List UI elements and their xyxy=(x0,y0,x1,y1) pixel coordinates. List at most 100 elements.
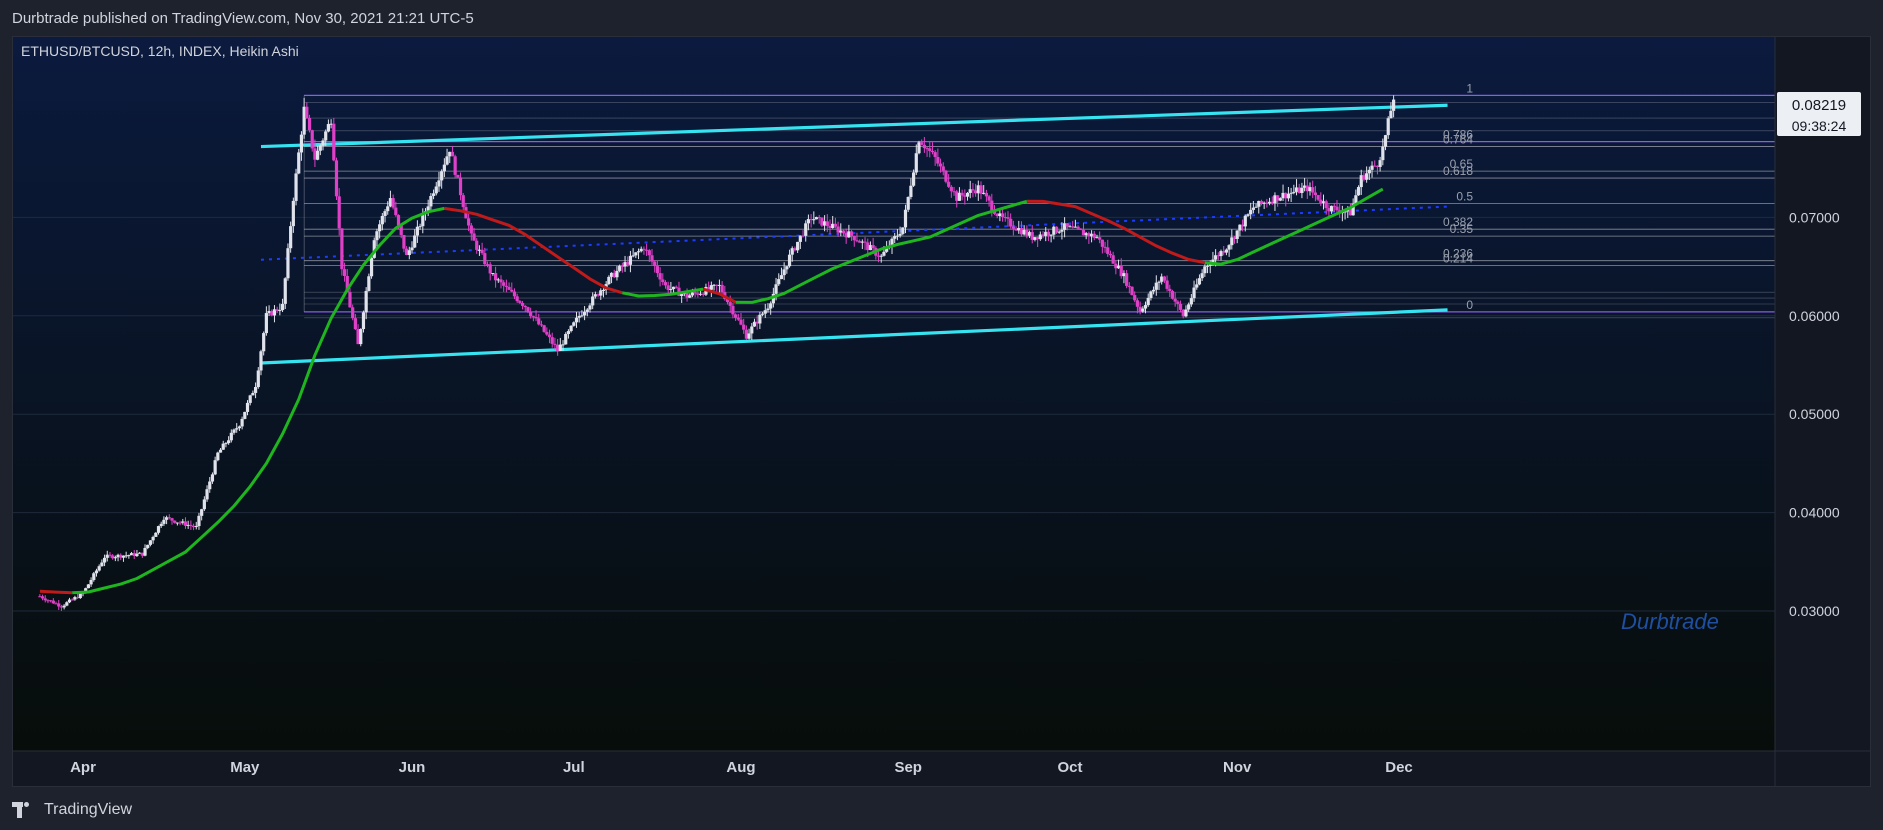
candle-body xyxy=(636,251,641,253)
candle-body xyxy=(1392,99,1396,111)
chart-frame[interactable]: 1 0.786 0.764 0.65 0.618 0.5 0.382 0.35 0.236 0.2… xyxy=(12,36,1871,787)
candle-body xyxy=(504,285,508,287)
candle-body xyxy=(245,402,250,412)
candle-body xyxy=(930,150,935,153)
candle-body xyxy=(1011,226,1015,229)
candle-body xyxy=(361,312,366,330)
candle-body xyxy=(394,207,398,216)
price-chart[interactable]: 10.7860.7640.650.6180.50.3820.350.2360.2… xyxy=(13,37,1870,786)
pane-background xyxy=(13,37,1775,751)
candle-body xyxy=(502,282,506,286)
candle-body xyxy=(264,313,268,334)
time-tick-label: Dec xyxy=(1385,759,1413,776)
candle-body xyxy=(483,253,487,265)
candle-body xyxy=(990,200,994,211)
candle-body xyxy=(89,579,93,585)
candle-body xyxy=(173,520,177,523)
candle-body xyxy=(396,215,401,226)
candle-body xyxy=(914,153,918,173)
candle-body xyxy=(653,261,657,267)
chart-title: ETHUSD/BTCUSD, 12h, INDEX, Heikin Ashi xyxy=(21,43,299,59)
candle-body xyxy=(1313,192,1318,196)
candle-body xyxy=(582,311,587,316)
fib-level-label: 0.618 xyxy=(1443,164,1473,178)
candle-body xyxy=(232,429,236,433)
candle-body xyxy=(1311,187,1315,193)
candle-body xyxy=(938,163,943,167)
fib-level-label: 0.764 xyxy=(1443,133,1473,147)
candle-body xyxy=(1079,228,1083,230)
candle-body xyxy=(248,395,252,403)
candle-body xyxy=(1141,308,1145,312)
price-tick-label: 0.03000 xyxy=(1789,603,1840,619)
candle-body xyxy=(742,324,746,330)
candle-body xyxy=(553,343,557,345)
candle-body xyxy=(588,305,592,310)
candle-body xyxy=(359,329,363,345)
candle-body xyxy=(787,254,792,267)
candle-body xyxy=(291,200,295,227)
candle-body xyxy=(769,303,773,309)
candle-body xyxy=(167,517,171,519)
candle-body xyxy=(882,251,886,256)
candle-body xyxy=(342,269,347,277)
candle-body xyxy=(1108,253,1113,256)
candle-body xyxy=(1235,230,1239,239)
candle-body xyxy=(213,460,217,475)
candle-body xyxy=(97,566,101,571)
candle-body xyxy=(1170,291,1175,299)
candle-body xyxy=(262,333,266,352)
time-tick-label: Nov xyxy=(1223,759,1252,776)
candle-body xyxy=(1125,273,1129,286)
candle-body xyxy=(65,602,69,606)
candle-body xyxy=(413,235,417,248)
candle-body xyxy=(1162,276,1166,281)
candle-body xyxy=(903,209,908,228)
candle-body xyxy=(507,286,511,290)
candle-body xyxy=(1189,298,1193,305)
candle-body xyxy=(537,318,541,325)
candle-body xyxy=(591,296,595,306)
candle-body xyxy=(200,509,204,516)
candle-body xyxy=(1060,229,1064,232)
footer-bar: TradingView xyxy=(0,790,1883,830)
candle-body xyxy=(1178,303,1183,310)
candle-body xyxy=(202,499,206,510)
candle-body xyxy=(286,248,290,279)
candle-body xyxy=(960,192,964,196)
candle-body xyxy=(1076,226,1080,229)
candle-body xyxy=(661,279,665,283)
candle-body xyxy=(750,326,754,334)
candle-body xyxy=(631,255,635,257)
fib-level-label: 0.35 xyxy=(1450,222,1474,236)
candle-body xyxy=(218,449,223,453)
candle-body xyxy=(253,387,258,393)
candle-body xyxy=(1386,118,1390,136)
tradingview-logo[interactable]: TradingView xyxy=(12,801,132,819)
candle-body xyxy=(256,370,260,388)
candle-body xyxy=(297,152,301,174)
candle-body xyxy=(763,310,767,314)
candle-body xyxy=(318,145,322,151)
candle-body xyxy=(669,288,673,290)
candle-body xyxy=(965,192,970,197)
tradingview-logo-text: TradingView xyxy=(44,801,133,818)
candle-body xyxy=(734,314,738,318)
candle-body xyxy=(879,255,883,257)
candle-body xyxy=(499,279,503,283)
candle-body xyxy=(812,219,816,221)
candle-body xyxy=(920,142,924,145)
candle-body xyxy=(156,526,161,533)
candle-body xyxy=(1154,282,1158,290)
candle-body xyxy=(458,177,463,196)
candle-body xyxy=(86,584,90,589)
candle-body xyxy=(415,226,419,236)
candle-body xyxy=(564,334,568,345)
candle-body xyxy=(378,224,382,232)
candle-body xyxy=(607,276,611,285)
candle-body xyxy=(1176,301,1180,304)
candle-body xyxy=(310,130,314,149)
candle-body xyxy=(863,241,867,243)
fib-level-label: 0.5 xyxy=(1456,190,1473,204)
candle-body xyxy=(947,181,951,187)
